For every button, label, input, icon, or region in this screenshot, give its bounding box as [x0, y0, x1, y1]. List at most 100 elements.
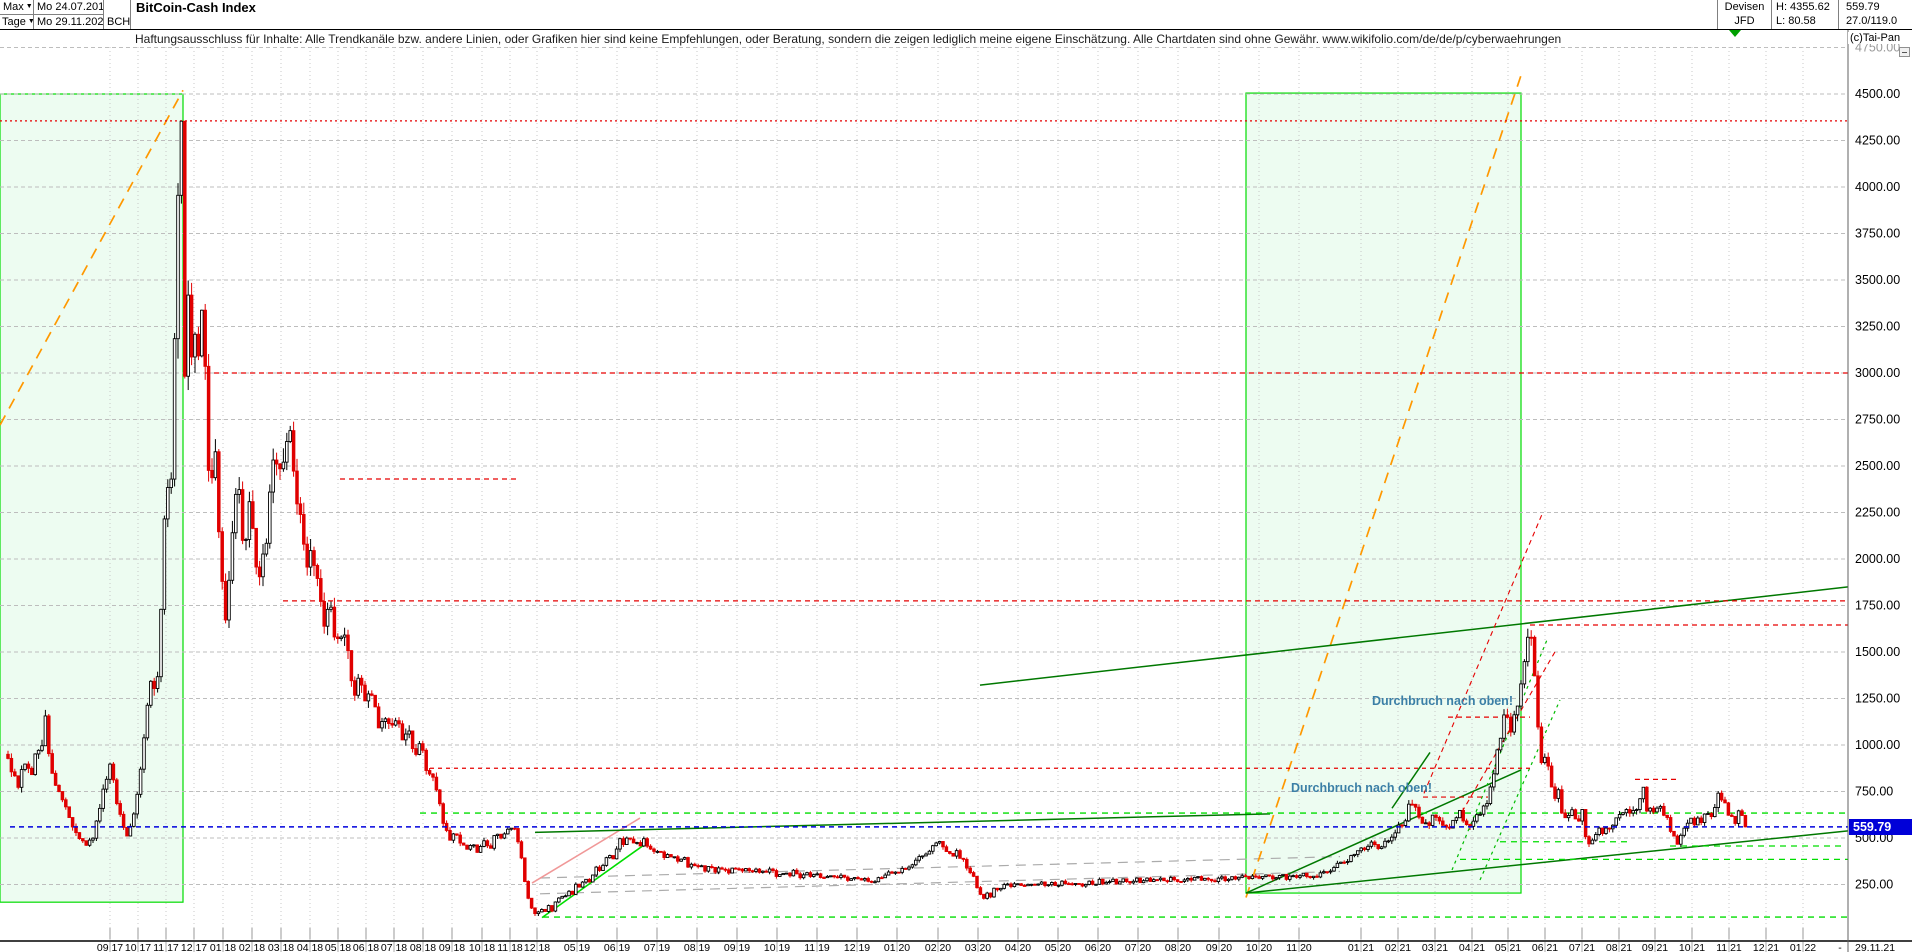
svg-text:03 21: 03 21: [1422, 942, 1448, 952]
svg-text:4250.00: 4250.00: [1855, 134, 1900, 148]
svg-text:04 20: 04 20: [1005, 942, 1031, 952]
svg-text:08 19: 08 19: [684, 942, 710, 952]
gray-channel-lines: [540, 857, 1340, 894]
svg-text:3500.00: 3500.00: [1855, 273, 1900, 287]
svg-text:01 21: 01 21: [1348, 942, 1374, 952]
svg-text:02 20: 02 20: [925, 942, 951, 952]
svg-text:11 17: 11 17: [153, 942, 179, 952]
x-axis-labels: 09 1710 1711 1712 1701 1802 1803 1804 18…: [97, 942, 1842, 952]
svg-text:07 19: 07 19: [644, 942, 670, 952]
svg-text:10 21: 10 21: [1679, 942, 1705, 952]
svg-text:04 21: 04 21: [1459, 942, 1485, 952]
gridlines: [0, 47, 1848, 940]
period-dropdown[interactable]: Tage▼: [0, 15, 34, 29]
chart-title: BitCoin-Cash Index: [136, 1, 636, 17]
price-chart-canvas[interactable]: 4750.004500.004250.004000.003750.003500.…: [0, 0, 1912, 952]
svg-text:02 18: 02 18: [239, 942, 265, 952]
svg-text:2000.00: 2000.00: [1855, 552, 1900, 566]
svg-text:11 19: 11 19: [804, 942, 830, 952]
svg-text:09 17: 09 17: [97, 942, 123, 952]
svg-text:05 19: 05 19: [564, 942, 590, 952]
svg-text:08 18: 08 18: [410, 942, 436, 952]
svg-text:07 21: 07 21: [1569, 942, 1595, 952]
event-triangle-marker: [1729, 30, 1741, 37]
svg-text:1000.00: 1000.00: [1855, 738, 1900, 752]
svg-text:3250.00: 3250.00: [1855, 320, 1900, 334]
svg-text:10 18: 10 18: [469, 942, 495, 952]
svg-text:09 21: 09 21: [1642, 942, 1668, 952]
disclaimer-text: Haftungsausschluss für Inhalte: Alle Tre…: [135, 32, 1561, 46]
svg-text:12 21: 12 21: [1753, 942, 1779, 952]
svg-text:09 18: 09 18: [439, 942, 465, 952]
svg-text:01 20: 01 20: [884, 942, 910, 952]
collapse-axis-icon[interactable]: [1899, 47, 1910, 57]
range-dropdown[interactable]: Max▼: [0, 0, 34, 15]
svg-text:11 21: 11 21: [1716, 942, 1742, 952]
svg-text:3750.00: 3750.00: [1855, 227, 1900, 241]
high-low-cell: H: 4355.62 L: 80.58: [1772, 0, 1839, 29]
range-dropdown-label: Max: [3, 1, 24, 13]
period-dropdown-label: Tage: [2, 16, 26, 28]
svg-text:09 19: 09 19: [724, 942, 750, 952]
provider-label: JFD: [1718, 14, 1771, 28]
svg-text:250.00: 250.00: [1855, 878, 1893, 892]
pink-trend-line: [532, 818, 640, 883]
svg-text:4500.00: 4500.00: [1855, 87, 1900, 101]
svg-text:02 21: 02 21: [1385, 942, 1411, 952]
copyright-label: (c)Tai-Pan: [1848, 32, 1902, 44]
svg-text:1750.00: 1750.00: [1855, 599, 1900, 613]
low-label: L: 80.58: [1776, 14, 1838, 28]
end-date-field[interactable]: Mo 29.11.2021: [34, 15, 104, 29]
svg-text:3000.00: 3000.00: [1855, 366, 1900, 380]
svg-text:05 18: 05 18: [325, 942, 351, 952]
svg-text:1250.00: 1250.00: [1855, 692, 1900, 706]
svg-text:07 20: 07 20: [1125, 942, 1151, 952]
svg-text:06 19: 06 19: [604, 942, 630, 952]
chart-toolbar: Max▼ Mo 24.07.2017 Tage▼ Mo 29.11.2021 B…: [0, 0, 1912, 30]
high-label: H: 4355.62: [1776, 0, 1838, 14]
green-support-levels: [420, 813, 1848, 917]
svg-text:03 20: 03 20: [965, 942, 991, 952]
svg-text:10 19: 10 19: [764, 942, 790, 952]
breakout-annotation: Durchbruch nach oben!: [1291, 781, 1432, 795]
svg-text:2750.00: 2750.00: [1855, 413, 1900, 427]
svg-text:06 21: 06 21: [1532, 942, 1558, 952]
svg-text:09 20: 09 20: [1206, 942, 1232, 952]
axis-date-label: 29.11.21: [1855, 942, 1895, 952]
svg-text:2250.00: 2250.00: [1855, 506, 1900, 520]
svg-text:1500.00: 1500.00: [1855, 645, 1900, 659]
svg-text:05 20: 05 20: [1045, 942, 1071, 952]
axes: [0, 30, 1912, 952]
start-date-field[interactable]: Mo 24.07.2017: [34, 0, 104, 15]
red-resistance-levels: [0, 121, 1848, 797]
svg-text:10 17: 10 17: [125, 942, 151, 952]
category-label: Devisen: [1718, 0, 1771, 14]
tai-pan-window: Max▼ Mo 24.07.2017 Tage▼ Mo 29.11.2021 B…: [0, 0, 1912, 952]
toolbar-spacer-cell: [104, 0, 131, 15]
svg-text:12 18: 12 18: [524, 942, 550, 952]
instrument-info-cell: Devisen JFD: [1717, 0, 1772, 29]
svg-text:06 18: 06 18: [353, 942, 379, 952]
svg-text:10 20: 10 20: [1246, 942, 1272, 952]
svg-text:11 18: 11 18: [497, 942, 523, 952]
svg-text:-: -: [1838, 942, 1842, 952]
svg-text:06 20: 06 20: [1085, 942, 1111, 952]
svg-text:05 21: 05 21: [1495, 942, 1521, 952]
symbol-field[interactable]: BCH: [104, 15, 131, 29]
svg-text:01 18: 01 18: [210, 942, 236, 952]
svg-text:2500.00: 2500.00: [1855, 459, 1900, 473]
svg-text:08 21: 08 21: [1606, 942, 1632, 952]
svg-text:750.00: 750.00: [1855, 785, 1893, 799]
svg-text:08 20: 08 20: [1165, 942, 1191, 952]
svg-text:4000.00: 4000.00: [1855, 180, 1900, 194]
svg-text:12 17: 12 17: [181, 942, 207, 952]
breakout-annotation: Durchbruch nach oben!: [1372, 694, 1513, 708]
last-price-label: 559.79: [1846, 0, 1912, 14]
svg-text:11 20: 11 20: [1286, 942, 1312, 952]
svg-text:07 18: 07 18: [381, 942, 407, 952]
range-info-label: 27.0/119.0: [1846, 14, 1912, 28]
chevron-down-icon: ▼: [26, 0, 33, 14]
quote-cell: 559.79 27.0/119.0: [1839, 0, 1912, 29]
svg-text:01 22: 01 22: [1790, 942, 1816, 952]
svg-text:04 18: 04 18: [297, 942, 323, 952]
